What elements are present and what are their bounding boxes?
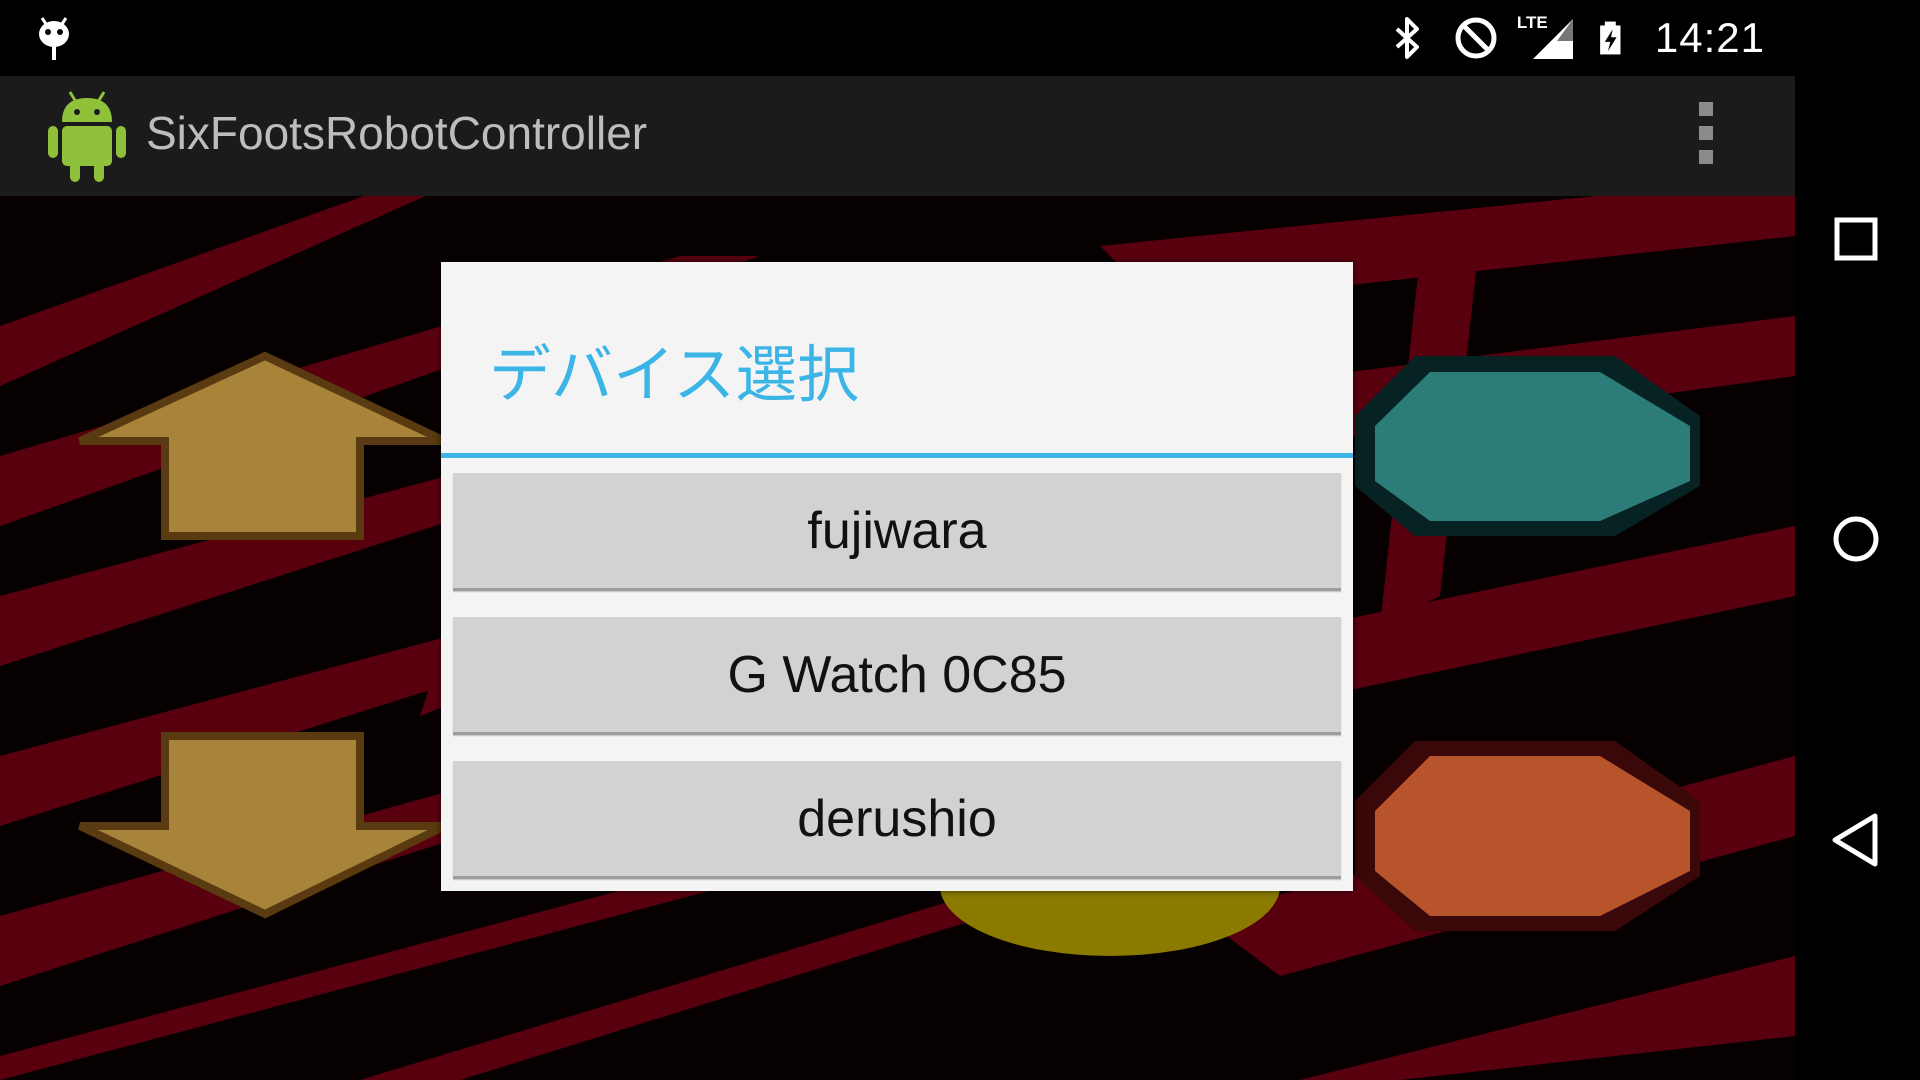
navigation-bar xyxy=(1795,0,1920,1080)
app-title: SixFootsRobotController xyxy=(146,107,648,159)
action-bar: SixFootsRobotController xyxy=(0,76,1795,198)
status-time: 14:21 xyxy=(1654,14,1765,61)
overflow-menu-icon[interactable] xyxy=(1688,102,1724,172)
device-button-derushio[interactable]: derushio xyxy=(453,761,1341,879)
status-bar: LTE 14:21 xyxy=(0,0,1795,76)
lte-signal-icon: LTE xyxy=(1517,13,1575,61)
device-button-g-watch[interactable]: G Watch 0C85 xyxy=(453,617,1341,735)
dialog-title: デバイス選択 xyxy=(489,338,860,411)
home-icon[interactable] xyxy=(1829,512,1885,568)
bluetooth-icon xyxy=(1395,17,1419,59)
recents-icon[interactable] xyxy=(1829,212,1885,268)
battery-charging-icon xyxy=(1600,21,1621,55)
device-select-dialog: デバイス選択 fujiwara G Watch 0C85 derushio xyxy=(441,262,1353,891)
android-notification-icon xyxy=(39,17,69,60)
android-robot-icon xyxy=(48,91,126,182)
dialog-divider xyxy=(441,453,1353,458)
do-not-disturb-icon xyxy=(1455,17,1497,59)
back-icon[interactable] xyxy=(1829,812,1885,868)
device-button-fujiwara[interactable]: fujiwara xyxy=(453,473,1341,591)
